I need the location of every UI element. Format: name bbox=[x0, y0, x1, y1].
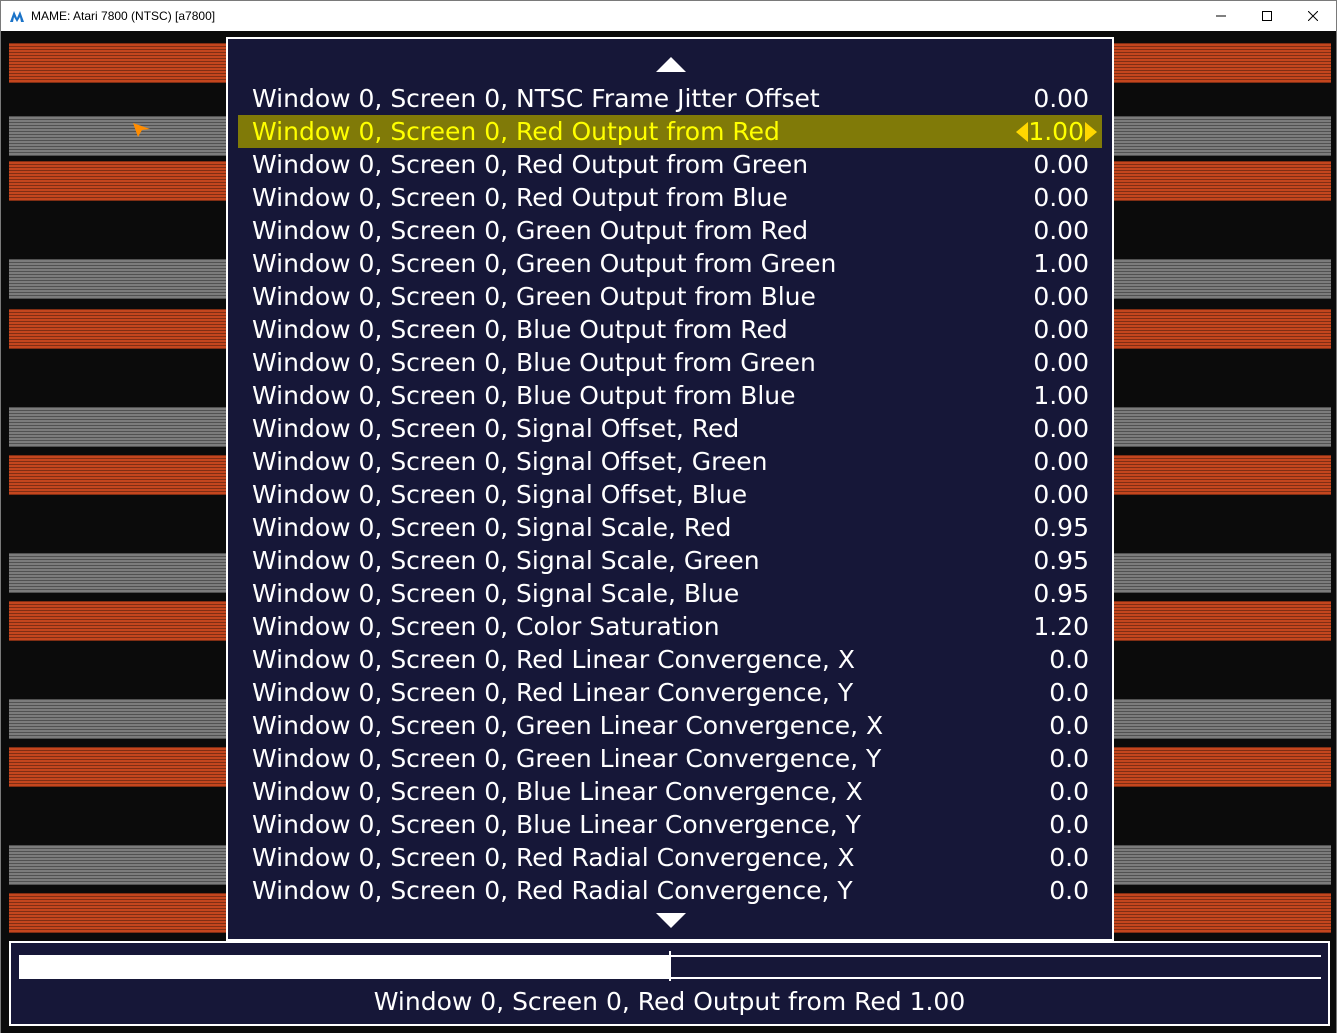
menu-item-value: 1.00 bbox=[1033, 381, 1089, 410]
menu-item[interactable]: Window 0, Screen 0, Signal Offset, Blue 0… bbox=[238, 478, 1102, 511]
menu-item[interactable]: Window 0, Screen 0, Red Radial Convergen… bbox=[238, 841, 1102, 874]
slider-controls-menu: Window 0, Screen 0, NTSC Frame Jitter Of… bbox=[226, 37, 1114, 941]
decrease-arrow-icon[interactable] bbox=[1016, 122, 1028, 142]
maximize-icon bbox=[1262, 11, 1272, 21]
menu-item[interactable]: Window 0, Screen 0, Red Linear Convergen… bbox=[238, 676, 1102, 709]
menu-item-label: Window 0, Screen 0, Blue Linear Converge… bbox=[252, 777, 863, 806]
menu-item[interactable]: Window 0, Screen 0, Blue Output from Red… bbox=[238, 313, 1102, 346]
menu-item-value: 1.00 bbox=[1028, 117, 1084, 146]
menu-item[interactable]: Window 0, Screen 0, Green Linear Converg… bbox=[238, 709, 1102, 742]
mame-logo-icon bbox=[10, 11, 24, 22]
menu-item[interactable]: Window 0, Screen 0, Signal Scale, Green 0… bbox=[238, 544, 1102, 577]
menu-item[interactable]: Window 0, Screen 0, Green Output from Gr… bbox=[238, 247, 1102, 280]
menu-item-value: 0.95 bbox=[1033, 513, 1089, 542]
maximize-button[interactable] bbox=[1244, 1, 1290, 31]
menu-item-label: Window 0, Screen 0, Green Linear Converg… bbox=[252, 711, 884, 740]
menu-item-label: Window 0, Screen 0, Blue Linear Converge… bbox=[252, 810, 861, 839]
menu-item[interactable]: Window 0, Screen 0, Red Linear Convergen… bbox=[238, 643, 1102, 676]
menu-item-label: Window 0, Screen 0, Signal Scale, Blue bbox=[252, 579, 740, 608]
window-title: MAME: Atari 7800 (NTSC) [a7800] bbox=[31, 9, 216, 23]
menu-item-value: 0.95 bbox=[1033, 546, 1089, 575]
menu-item-value: 0.00 bbox=[1033, 84, 1089, 113]
menu-item-label: Window 0, Screen 0, Green Linear Converg… bbox=[252, 744, 882, 773]
menu-item[interactable]: Window 0, Screen 0, Signal Scale, Blue 0.… bbox=[238, 577, 1102, 610]
slider-panel: Window 0, Screen 0, Red Output from Red … bbox=[9, 941, 1330, 1026]
menu-list: Window 0, Screen 0, NTSC Frame Jitter Of… bbox=[238, 82, 1102, 907]
menu-item[interactable]: Window 0, Screen 0, Blue Output from Blu… bbox=[238, 379, 1102, 412]
menu-item-value: 0.00 bbox=[1033, 282, 1089, 311]
menu-item-label: Window 0, Screen 0, Red Output from Blue bbox=[252, 183, 788, 212]
menu-item-value: 0.0 bbox=[1049, 810, 1089, 839]
menu-item[interactable]: Window 0, Screen 0, NTSC Frame Jitter Of… bbox=[238, 82, 1102, 115]
slider-fill bbox=[19, 957, 670, 977]
menu-item-value: 0.00 bbox=[1033, 348, 1089, 377]
menu-item-label: Window 0, Screen 0, Signal Scale, Green bbox=[252, 546, 760, 575]
mouse-cursor-icon bbox=[133, 123, 150, 137]
menu-item-value: 0.00 bbox=[1033, 447, 1089, 476]
scroll-down-arrow-icon[interactable] bbox=[656, 913, 686, 928]
menu-item[interactable]: Window 0, Screen 0, Red Output from Gree… bbox=[238, 148, 1102, 181]
increase-arrow-icon[interactable] bbox=[1085, 122, 1097, 142]
menu-item-value: 0.0 bbox=[1049, 744, 1089, 773]
slider-center-tick bbox=[669, 951, 671, 981]
menu-item[interactable]: Window 0, Screen 0, Blue Output from Gre… bbox=[238, 346, 1102, 379]
scroll-up-arrow-icon[interactable] bbox=[656, 57, 686, 72]
menu-item-value: 0.00 bbox=[1033, 150, 1089, 179]
menu-item-label: Window 0, Screen 0, Red Output from Gree… bbox=[252, 150, 809, 179]
close-button[interactable] bbox=[1290, 1, 1336, 31]
menu-item[interactable]: Window 0, Screen 0, Signal Scale, Red 0.9… bbox=[238, 511, 1102, 544]
menu-item-label: Window 0, Screen 0, Signal Offset, Red bbox=[252, 414, 740, 443]
slider-track[interactable] bbox=[19, 951, 1321, 981]
menu-item[interactable]: Window 0, Screen 0, Color Saturation 1.20 bbox=[238, 610, 1102, 643]
menu-item-value: 0.00 bbox=[1033, 315, 1089, 344]
menu-item-value: 1.00 bbox=[1033, 249, 1089, 278]
menu-item[interactable]: Window 0, Screen 0, Signal Offset, Red 0.… bbox=[238, 412, 1102, 445]
menu-item-value: 0.0 bbox=[1049, 678, 1089, 707]
menu-item[interactable]: Window 0, Screen 0, Blue Linear Converge… bbox=[238, 808, 1102, 841]
mame-window: MAME: Atari 7800 (NTSC) [a7800] Window 0… bbox=[0, 0, 1337, 1033]
menu-item-value: 0.00 bbox=[1033, 216, 1089, 245]
close-icon bbox=[1308, 11, 1318, 21]
menu-item-label: Window 0, Screen 0, NTSC Frame Jitter Of… bbox=[252, 84, 820, 113]
menu-item-label: Window 0, Screen 0, Green Output from Re… bbox=[252, 216, 809, 245]
menu-item-label: Window 0, Screen 0, Red Radial Convergen… bbox=[252, 843, 855, 872]
menu-item[interactable]: Window 0, Screen 0, Signal Offset, Green… bbox=[238, 445, 1102, 478]
menu-item-value: 0.0 bbox=[1049, 711, 1089, 740]
menu-item[interactable]: Window 0, Screen 0, Green Linear Converg… bbox=[238, 742, 1102, 775]
menu-item-label: Window 0, Screen 0, Red Output from Red bbox=[252, 117, 780, 146]
menu-item-label: Window 0, Screen 0, Red Radial Convergen… bbox=[252, 876, 853, 905]
menu-item-label: Window 0, Screen 0, Color Saturation bbox=[252, 612, 720, 641]
window-controls bbox=[1198, 1, 1336, 31]
menu-item-label: Window 0, Screen 0, Blue Output from Red bbox=[252, 315, 788, 344]
menu-item-value: 0.00 bbox=[1033, 183, 1089, 212]
menu-item-value: 0.00 bbox=[1033, 414, 1089, 443]
minimize-button[interactable] bbox=[1198, 1, 1244, 31]
slider-description: Window 0, Screen 0, Red Output from Red … bbox=[373, 987, 966, 1016]
menu-item-value: 0.0 bbox=[1049, 843, 1089, 872]
menu-item-label: Window 0, Screen 0, Red Linear Convergen… bbox=[252, 678, 854, 707]
title-bar[interactable]: MAME: Atari 7800 (NTSC) [a7800] bbox=[1, 1, 1336, 31]
menu-item-label: Window 0, Screen 0, Signal Offset, Blue bbox=[252, 480, 748, 509]
menu-item-label: Window 0, Screen 0, Red Linear Convergen… bbox=[252, 645, 855, 674]
menu-item-value: 0.95 bbox=[1033, 579, 1089, 608]
menu-item[interactable]: Window 0, Screen 0, Blue Linear Converge… bbox=[238, 775, 1102, 808]
menu-item-value: 0.00 bbox=[1033, 480, 1089, 509]
minimize-icon bbox=[1216, 15, 1226, 17]
menu-item[interactable]: Window 0, Screen 0, Red Radial Convergen… bbox=[238, 874, 1102, 907]
menu-item[interactable]: Window 0, Screen 0, Green Output from Bl… bbox=[238, 280, 1102, 313]
menu-item-label: Window 0, Screen 0, Blue Output from Gre… bbox=[252, 348, 816, 377]
game-screen: Window 0, Screen 0, NTSC Frame Jitter Of… bbox=[1, 31, 1336, 1033]
menu-item-value: 1.20 bbox=[1033, 612, 1089, 641]
menu-item-label: Window 0, Screen 0, Blue Output from Blu… bbox=[252, 381, 796, 410]
menu-item-selected[interactable]: Window 0, Screen 0, Red Output from Red 1… bbox=[238, 115, 1102, 148]
menu-item-label: Window 0, Screen 0, Signal Offset, Green bbox=[252, 447, 768, 476]
menu-item-label: Window 0, Screen 0, Green Output from Gr… bbox=[252, 249, 837, 278]
menu-item[interactable]: Window 0, Screen 0, Green Output from Re… bbox=[238, 214, 1102, 247]
menu-item-label: Window 0, Screen 0, Signal Scale, Red bbox=[252, 513, 732, 542]
menu-item-value: 0.0 bbox=[1049, 876, 1089, 905]
menu-item-value: 0.0 bbox=[1049, 777, 1089, 806]
menu-item-label: Window 0, Screen 0, Green Output from Bl… bbox=[252, 282, 816, 311]
menu-item[interactable]: Window 0, Screen 0, Red Output from Blue… bbox=[238, 181, 1102, 214]
menu-item-value: 0.0 bbox=[1049, 645, 1089, 674]
